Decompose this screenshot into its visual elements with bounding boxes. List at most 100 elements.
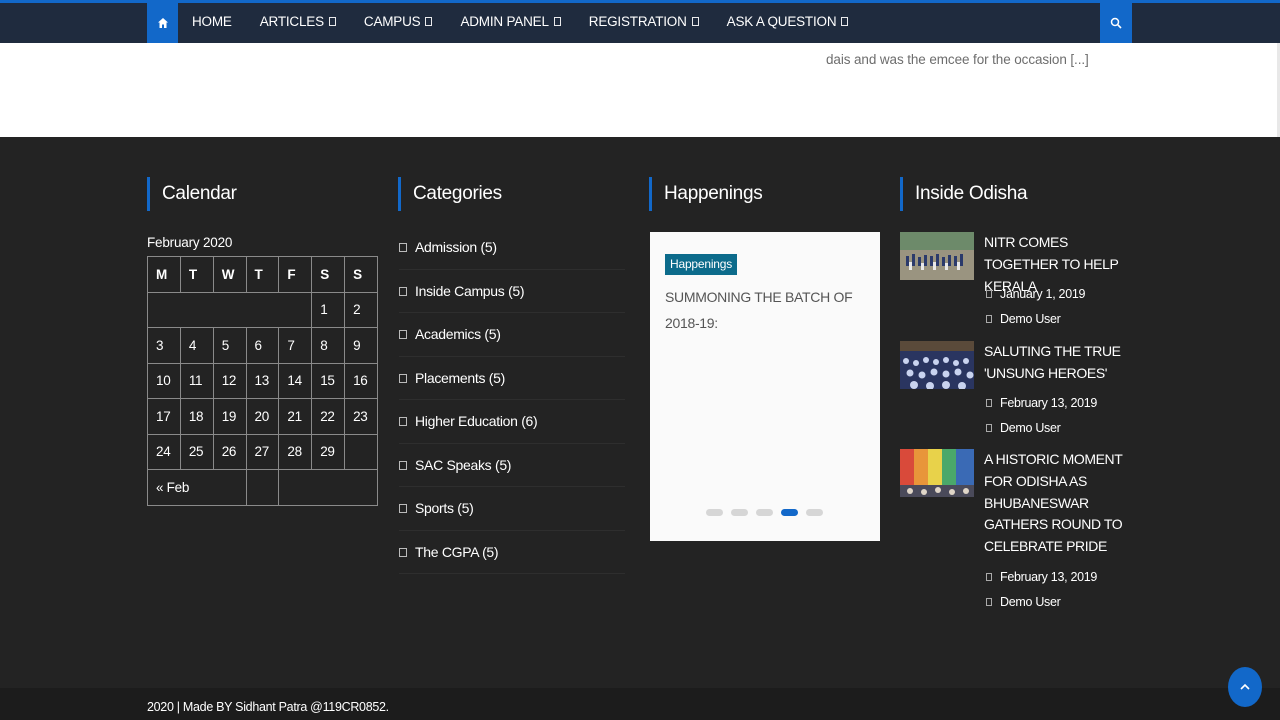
calendar-day: 3 — [147, 327, 181, 364]
category-item[interactable]: Academics (5) — [399, 313, 625, 357]
calendar-week-row: 3456789 — [147, 327, 378, 364]
home-icon[interactable] — [147, 3, 178, 43]
nav-item-home[interactable]: HOME — [192, 3, 246, 43]
post-author: Demo User — [986, 312, 1061, 326]
chevron-down-icon — [691, 17, 699, 28]
post-thumbnail[interactable] — [900, 232, 974, 280]
calendar-caption: February 2020 — [147, 235, 233, 250]
category-label: The CGPA (5) — [415, 543, 499, 560]
inside-odisha-widget-title: Inside Odisha — [900, 177, 1028, 211]
calendar-day: 27 — [245, 433, 280, 470]
category-label: Admission (5) — [415, 239, 497, 256]
calendar-day: 13 — [245, 362, 280, 399]
calendar-day: 9 — [344, 327, 378, 364]
chevron-down-icon — [328, 17, 336, 28]
categories-list: Admission (5) Inside Campus (5) Academics … — [399, 226, 625, 574]
slider-dot[interactable] — [781, 509, 798, 516]
happenings-slider: Happenings SUMMONING THE BATCH OF 2018-1… — [650, 232, 880, 541]
calendar-icon — [986, 573, 992, 581]
happenings-slide-title[interactable]: SUMMONING THE BATCH OF 2018-19: — [665, 284, 865, 336]
nav-menu: HOME ARTICLES CAMPUS ADMIN PANEL REGISTRATIO… — [192, 3, 862, 43]
chevron-down-icon — [553, 17, 561, 28]
nav-item-label: ARTICLES — [259, 14, 324, 29]
calendar-week-row: 10 11 12 13 14 15 16 — [147, 362, 378, 399]
category-label: Sports (5) — [415, 500, 474, 517]
post-author: Demo User — [986, 595, 1061, 609]
post-thumbnail[interactable] — [900, 449, 974, 497]
categories-widget-title: Categories — [398, 177, 502, 211]
calendar-day: 23 — [344, 398, 378, 435]
post-author-text[interactable]: Demo User — [1000, 312, 1061, 326]
slider-dot[interactable] — [756, 509, 773, 516]
user-icon — [986, 315, 992, 323]
happenings-badge[interactable]: Happenings — [665, 254, 738, 275]
calendar-day: 6 — [245, 327, 280, 364]
calendar-icon — [986, 399, 992, 407]
category-item[interactable]: Higher Education (6) — [399, 400, 625, 444]
post-author-text[interactable]: Demo User — [1000, 421, 1061, 435]
folder-icon — [399, 417, 407, 427]
calendar-day: 2 — [344, 291, 378, 328]
calendar-day: 5 — [212, 327, 247, 364]
happenings-widget-title: Happenings — [649, 177, 763, 211]
calendar-weekday: T — [179, 256, 214, 293]
category-label: Academics (5) — [415, 326, 501, 343]
folder-icon — [399, 286, 407, 296]
calendar-day: 24 — [147, 433, 181, 470]
calendar-weekday: M — [147, 256, 181, 293]
category-item[interactable]: Inside Campus (5) — [399, 270, 625, 313]
nav-item-registration[interactable]: REGISTRATION — [575, 3, 713, 43]
category-label: Higher Education (6) — [415, 413, 538, 430]
post-date-text: January 1, 2019 — [1000, 287, 1086, 301]
calendar-day: 10 — [147, 362, 181, 399]
folder-icon — [399, 504, 407, 514]
calendar-prev-link[interactable]: « Feb — [147, 469, 247, 506]
post-date: February 13, 2019 — [986, 570, 1097, 584]
category-item[interactable]: Sports (5) — [399, 487, 625, 531]
nav-item-ask-a-question[interactable]: ASK A QUESTION — [713, 3, 863, 43]
post-title-link[interactable]: A HISTORIC MOMENT FOR ODISHA AS BHUBANES… — [984, 449, 1130, 558]
calendar-weekday: F — [278, 256, 313, 293]
search-icon[interactable] — [1100, 3, 1132, 43]
calendar-day: 26 — [212, 433, 247, 470]
post-date: February 13, 2019 — [986, 396, 1097, 410]
slider-dot[interactable] — [806, 509, 823, 516]
calendar-day: 12 — [212, 362, 247, 399]
calendar-day: 19 — [212, 398, 247, 435]
calendar-day: 15 — [311, 362, 346, 399]
slider-dot[interactable] — [731, 509, 748, 516]
slider-dot[interactable] — [706, 509, 723, 516]
nav-item-label: ADMIN PANEL — [460, 14, 549, 29]
copyright-text: 2020 | Made BY Sidhant Patra @119CR0852. — [147, 700, 389, 714]
calendar-day: 8 — [311, 327, 346, 364]
nav-item-label: HOME — [192, 14, 232, 29]
post-title-link[interactable]: SALUTING THE TRUE 'UNSUNG HEROES' — [984, 341, 1130, 385]
category-item[interactable]: Admission (5) — [399, 226, 625, 270]
post-excerpt: dais and was the emcee for the occasion … — [826, 52, 1089, 67]
navbar-inner: HOME ARTICLES CAMPUS ADMIN PANEL REGISTRATIO… — [147, 3, 1132, 43]
folder-icon — [399, 243, 407, 253]
category-item[interactable]: The CGPA (5) — [399, 531, 625, 574]
calendar-day: 11 — [179, 362, 214, 399]
category-item[interactable]: SAC Speaks (5) — [399, 444, 625, 487]
nav-item-campus[interactable]: CAMPUS — [350, 3, 447, 43]
calendar-day: 18 — [179, 398, 214, 435]
content-area: dais and was the emcee for the occasion … — [0, 43, 1280, 137]
calendar-day: 20 — [245, 398, 280, 435]
category-label: Placements (5) — [415, 369, 505, 386]
nav-item-articles[interactable]: ARTICLES — [246, 3, 350, 43]
calendar-day: 28 — [278, 433, 313, 470]
calendar-day: 17 — [147, 398, 181, 435]
post-thumbnail[interactable] — [900, 341, 974, 390]
arrow-up-icon[interactable] — [1228, 667, 1262, 707]
calendar-weekday: W — [212, 256, 247, 293]
nav-item-admin-panel[interactable]: ADMIN PANEL — [446, 3, 574, 43]
calendar-day: 25 — [179, 433, 214, 470]
category-item[interactable]: Placements (5) — [399, 357, 625, 400]
folder-icon — [399, 373, 407, 383]
post-author-text[interactable]: Demo User — [1000, 595, 1061, 609]
calendar-nav-row: « Feb — [147, 469, 378, 506]
calendar-day: 21 — [278, 398, 313, 435]
calendar-week-row: 24 25 26 27 28 29 — [147, 433, 378, 470]
chevron-down-icon — [841, 17, 849, 28]
